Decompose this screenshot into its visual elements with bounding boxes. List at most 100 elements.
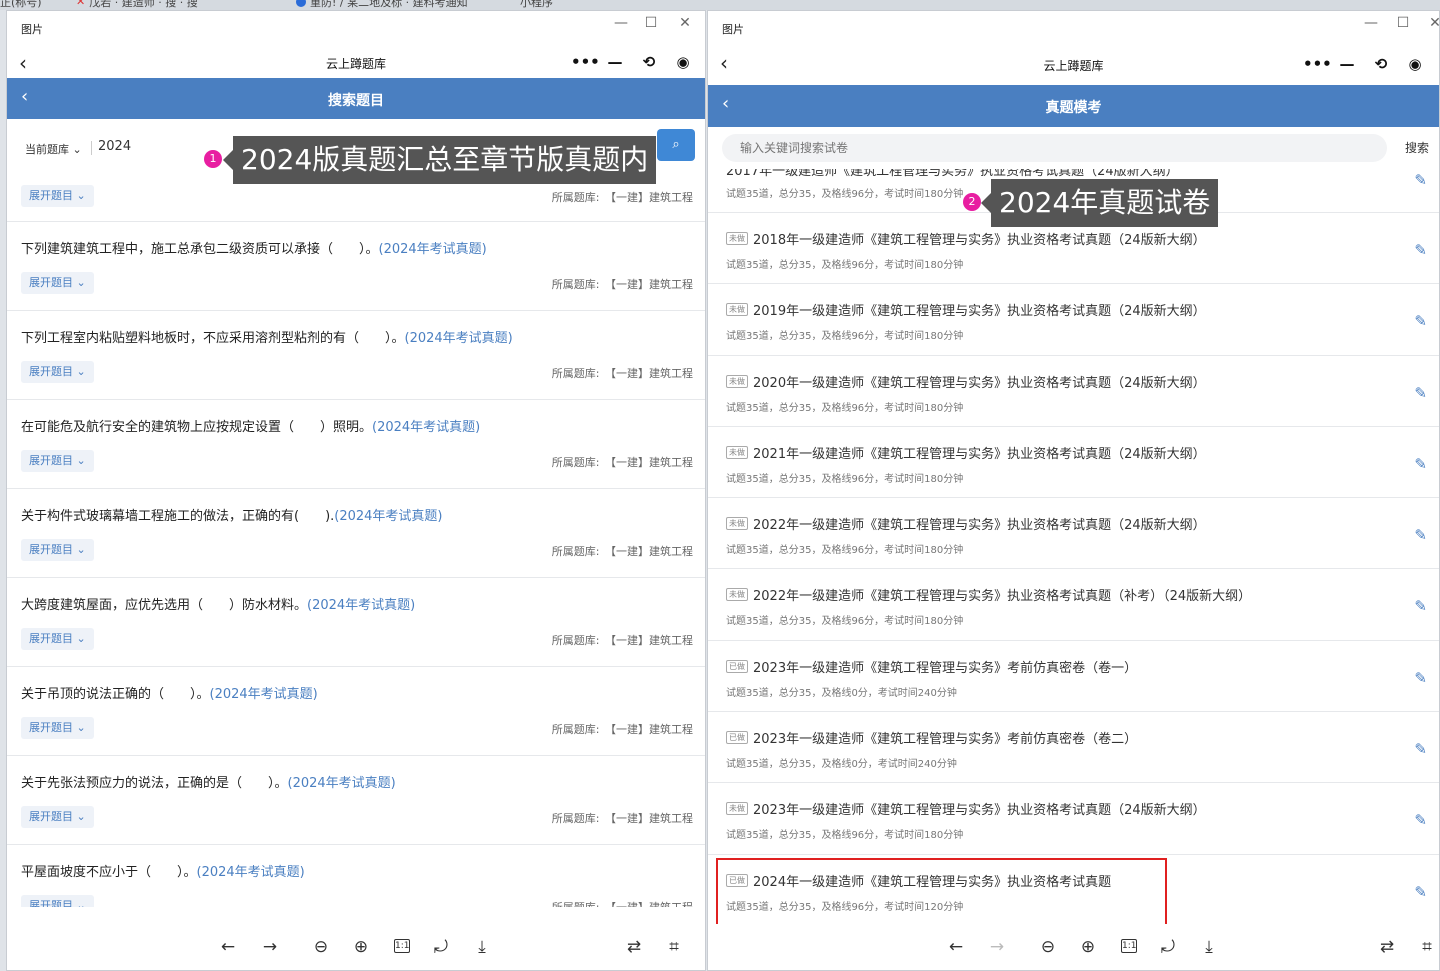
minimize-icon[interactable]: — bbox=[605, 53, 625, 71]
minimize-icon[interactable]: — bbox=[611, 15, 631, 31]
edit-icon[interactable]: ✎ bbox=[1414, 384, 1427, 402]
actual-size-icon[interactable]: 1:1 bbox=[1121, 939, 1137, 953]
rotate-icon[interactable]: ⤾ bbox=[1157, 937, 1179, 957]
search-input[interactable] bbox=[722, 134, 1387, 162]
edit-icon[interactable]: ✎ bbox=[1414, 883, 1427, 901]
list-item[interactable]: 已做 2023年一级建造师《建筑工程管理与实务》考前仿真密卷（卷一） 试题35道，… bbox=[708, 641, 1439, 713]
list-item[interactable]: 未做 2021年一级建造师《建筑工程管理与实务》执业资格考试真题（24版新大纲） … bbox=[708, 427, 1439, 499]
library-selector[interactable]: 当前题库 ⌄ bbox=[25, 141, 82, 157]
chevron-down-icon: ⌄ bbox=[76, 276, 86, 289]
list-item[interactable]: 下列建筑建筑工程中，施工总承包二级资质可以承接（ ）。(2024年考试真题) 展… bbox=[7, 222, 705, 311]
expand-question-button[interactable]: 展开题目 ⌄ bbox=[21, 806, 94, 828]
browser-tab[interactable]: ✕ 戊若 · 建造师 · 搜 · 搜 bbox=[76, 0, 198, 9]
extract-text-icon[interactable]: ⌗ bbox=[663, 937, 685, 957]
close-icon[interactable]: ✕ bbox=[1425, 15, 1439, 31]
edit-icon[interactable]: ✎ bbox=[1414, 241, 1427, 259]
paper-title: 未做 2022年一级建造师《建筑工程管理与实务》执业资格考试真题（24版新大纲） bbox=[726, 514, 1206, 533]
list-item[interactable]: 平屋面坡度不应小于（ ）。(2024年考试真题) 展开题目 ⌄ 所属题库: 【一… bbox=[7, 845, 705, 907]
expand-question-button[interactable]: 展开题目 ⌄ bbox=[21, 628, 94, 650]
browser-tab[interactable]: 小程序 bbox=[520, 0, 553, 9]
expand-question-button[interactable]: 展开题目 ⌄ bbox=[21, 185, 94, 207]
zoom-in-icon[interactable]: ⊕ bbox=[350, 937, 372, 957]
translate-icon[interactable]: ⇄ bbox=[623, 937, 645, 957]
actual-size-icon[interactable]: 1:1 bbox=[394, 939, 410, 953]
expand-question-button[interactable]: 展开题目 ⌄ bbox=[21, 717, 94, 739]
belongs-label: 所属题库: bbox=[551, 367, 600, 380]
list-item[interactable]: 关于构件式玻璃幕墙工程施工的做法，正确的有( ).(2024年考试真题) 展开题… bbox=[7, 489, 705, 578]
year-tag: (2024年考试真题) bbox=[404, 331, 513, 346]
edit-icon[interactable]: ✎ bbox=[1414, 597, 1427, 615]
rotate-icon[interactable]: ⤾ bbox=[430, 937, 452, 957]
edit-icon[interactable]: ✎ bbox=[1414, 312, 1427, 330]
browser-tab[interactable]: 重防! / 某二地及标 · 建科考通知 bbox=[296, 0, 468, 9]
list-item[interactable]: 关于吊顶的说法正确的（ ）。(2024年考试真题) 展开题目 ⌄ 所属题库: 【… bbox=[7, 667, 705, 756]
annotation-marker: 2 bbox=[963, 193, 981, 211]
list-item[interactable]: 未做 2019年一级建造师《建筑工程管理与实务》执业资格考试真题（24版新大纲） … bbox=[708, 284, 1439, 356]
list-item[interactable]: 未做 2022年一级建造师《建筑工程管理与实务》执业资格考试真题（补考）（24版新… bbox=[708, 569, 1439, 641]
expand-question-button[interactable]: 展开题目 ⌄ bbox=[21, 450, 94, 472]
close-icon[interactable]: ✕ bbox=[675, 15, 695, 31]
maximize-icon[interactable]: ☐ bbox=[1393, 15, 1413, 31]
belongs-library: 所属题库: 【一建】建筑工程 bbox=[552, 365, 693, 381]
paper-title: 未做 2021年一级建造师《建筑工程管理与实务》执业资格考试真题（24版新大纲） bbox=[726, 443, 1206, 462]
annotation-marker: 1 bbox=[204, 150, 222, 168]
list-item[interactable]: 在可能危及航行安全的建筑物上应按规定设置（ ）照明。(2024年考试真题) 展开… bbox=[7, 400, 705, 489]
list-item[interactable]: 未做 2023年一级建造师《建筑工程管理与实务》执业资格考试真题（24版新大纲） … bbox=[708, 783, 1439, 855]
paper-meta: 试题35道，总分35，及格线96分，考试时间180分钟 bbox=[726, 331, 964, 343]
arrow-right-icon[interactable]: → bbox=[986, 937, 1008, 957]
edit-icon[interactable]: ✎ bbox=[1414, 740, 1427, 758]
maximize-icon[interactable]: ☐ bbox=[641, 15, 661, 31]
search-button[interactable]: ⌕ bbox=[657, 129, 695, 161]
status-badge: 已做 bbox=[726, 731, 748, 745]
arrow-left-icon[interactable]: ← bbox=[945, 937, 967, 957]
edit-icon[interactable]: ✎ bbox=[1414, 455, 1427, 473]
download-icon[interactable]: ⤓ bbox=[471, 937, 493, 957]
edit-icon[interactable]: ✎ bbox=[1414, 171, 1427, 189]
download-icon[interactable]: ⤓ bbox=[1198, 937, 1220, 957]
restore-icon[interactable]: ⟲ bbox=[1371, 55, 1391, 73]
more-icon[interactable]: ••• bbox=[1303, 55, 1332, 73]
year-tag: (2024年考试真题) bbox=[287, 776, 396, 791]
arrow-right-icon[interactable]: → bbox=[259, 937, 281, 957]
paper-title-text: 2022年一级建造师《建筑工程管理与实务》执业资格考试真题（24版新大纲） bbox=[753, 518, 1206, 534]
expand-label: 展开题目 bbox=[29, 276, 73, 289]
list-item[interactable]: 下列工程室内粘贴塑料地板时，不应采用溶剂型粘剂的有（ ）。(2024年考试真题)… bbox=[7, 311, 705, 400]
close-icon[interactable]: ✕ bbox=[76, 0, 85, 8]
translate-icon[interactable]: ⇄ bbox=[1376, 937, 1398, 957]
question-stem: 关于先张法预应力的说法，正确的是（ ）。 bbox=[21, 776, 288, 791]
list-item[interactable]: 未做 2020年一级建造师《建筑工程管理与实务》执业资格考试真题（24版新大纲） … bbox=[708, 356, 1439, 427]
browser-tab-strip: 正(称号) ✕ 戊若 · 建造师 · 搜 · 搜 重防! / 某二地及标 · 建科… bbox=[0, 0, 1440, 10]
expand-question-button[interactable]: 展开题目 ⌄ bbox=[21, 272, 94, 294]
expand-question-button[interactable]: 展开题目 ⌄ bbox=[21, 361, 94, 383]
minimize-icon[interactable]: — bbox=[1337, 55, 1357, 73]
edit-icon[interactable]: ✎ bbox=[1414, 526, 1427, 544]
question-text: 大跨度建筑屋面，应优先选用（ ）防水材料。(2024年考试真题) bbox=[21, 594, 415, 613]
zoom-in-icon[interactable]: ⊕ bbox=[1077, 937, 1099, 957]
question-stem: 平屋面坡度不应小于（ ）。 bbox=[21, 865, 197, 880]
list-item[interactable]: 大跨度建筑屋面，应优先选用（ ）防水材料。(2024年考试真题) 展开题目 ⌄ … bbox=[7, 578, 705, 667]
restore-icon[interactable]: ⟲ bbox=[639, 53, 659, 71]
zoom-out-icon[interactable]: ⊖ bbox=[1037, 937, 1059, 957]
question-text: 关于吊顶的说法正确的（ ）。(2024年考试真题) bbox=[21, 683, 318, 702]
edit-icon[interactable]: ✎ bbox=[1414, 811, 1427, 829]
search-button[interactable]: 搜索 bbox=[1405, 139, 1429, 156]
list-item[interactable]: 已做 2023年一级建造师《建筑工程管理与实务》考前仿真密卷（卷二） 试题35道，… bbox=[708, 712, 1439, 784]
more-icon[interactable]: ••• bbox=[571, 53, 600, 71]
arrow-left-icon[interactable]: ← bbox=[217, 937, 239, 957]
list-item[interactable]: 关于先张法预应力的说法，正确的是（ ）。(2024年考试真题) 展开题目 ⌄ 所… bbox=[7, 756, 705, 845]
expand-question-button[interactable]: 展开题目 ⌄ bbox=[21, 895, 94, 907]
annotation-callout: 2024版真题汇总至章节版真题内 bbox=[222, 136, 657, 184]
list-item[interactable]: 未做 2022年一级建造师《建筑工程管理与实务》执业资格考试真题（24版新大纲） … bbox=[708, 498, 1439, 570]
close-circle-icon[interactable]: ◉ bbox=[673, 53, 693, 71]
search-input[interactable]: 2024 bbox=[98, 139, 131, 154]
belongs-library: 所属题库: 【一建】建筑工程 bbox=[552, 276, 693, 292]
belongs-library: 所属题库: 【一建】建筑工程 bbox=[552, 721, 693, 737]
expand-question-button[interactable]: 展开题目 ⌄ bbox=[21, 539, 94, 561]
minimize-icon[interactable]: — bbox=[1361, 15, 1381, 31]
tab-label: 戊若 · 建造师 · 搜 · 搜 bbox=[89, 0, 198, 9]
close-circle-icon[interactable]: ◉ bbox=[1405, 55, 1425, 73]
extract-text-icon[interactable]: ⌗ bbox=[1416, 937, 1438, 957]
browser-tab[interactable]: 正(称号) bbox=[0, 0, 42, 9]
zoom-out-icon[interactable]: ⊖ bbox=[310, 937, 332, 957]
edit-icon[interactable]: ✎ bbox=[1414, 669, 1427, 687]
